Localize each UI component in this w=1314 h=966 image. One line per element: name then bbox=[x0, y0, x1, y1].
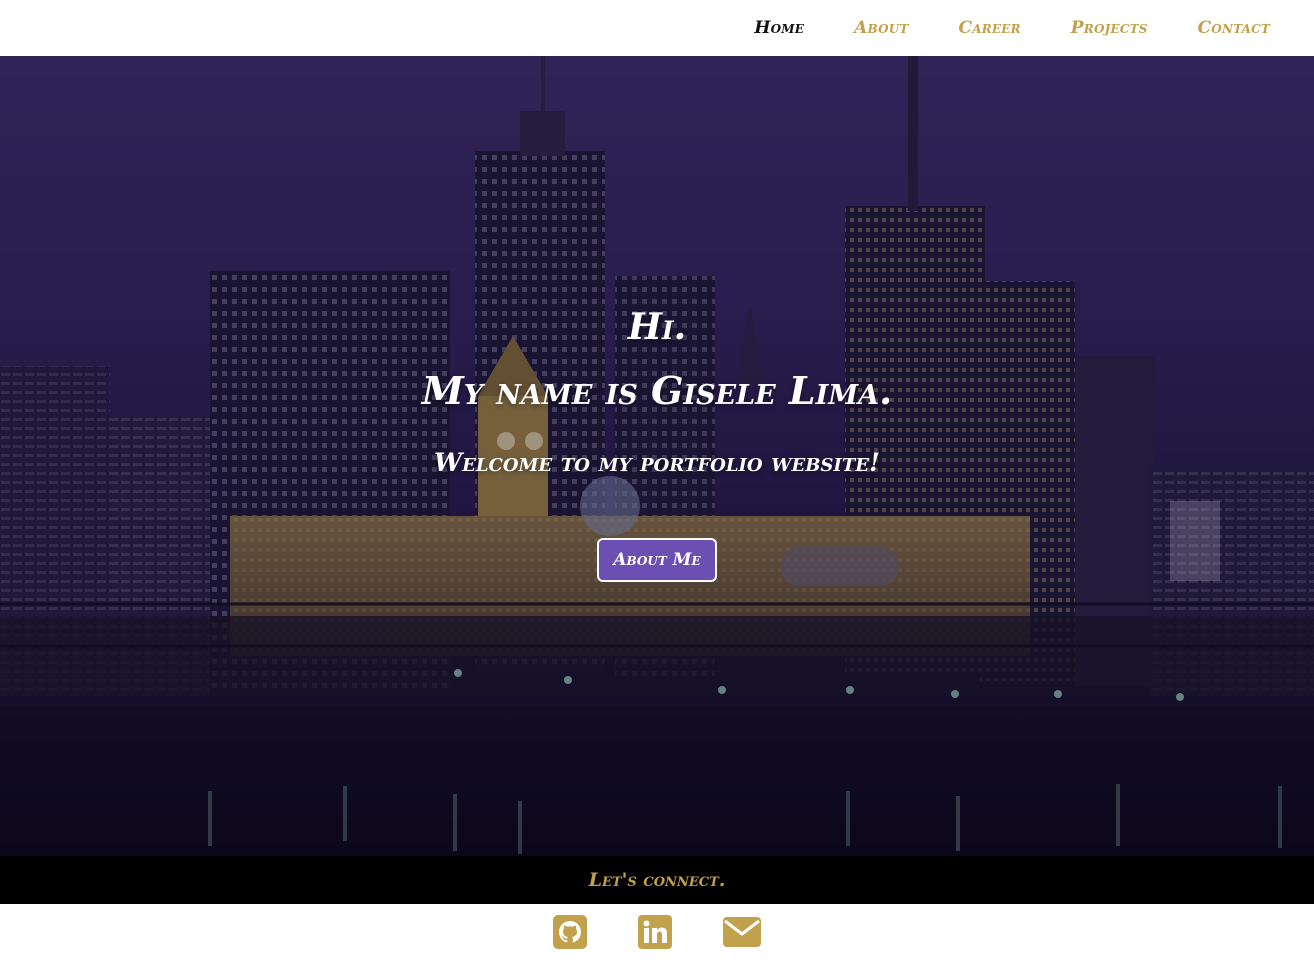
hero-welcome-text: Welcome to my portfolio website! bbox=[434, 448, 880, 477]
nav-link-career[interactable]: Career bbox=[959, 18, 1021, 38]
nav-link-projects[interactable]: Projects bbox=[1071, 18, 1148, 38]
envelope-icon bbox=[723, 917, 761, 947]
nav-link-contact[interactable]: Contact bbox=[1198, 18, 1270, 38]
github-icon bbox=[553, 915, 587, 949]
about-me-button-label: About Me bbox=[613, 550, 701, 570]
about-me-button[interactable]: About Me bbox=[597, 538, 717, 582]
linkedin-link[interactable] bbox=[637, 914, 673, 950]
nav-links: Home About Career Projects Contact bbox=[704, 0, 1270, 56]
nav-link-about[interactable]: About bbox=[854, 18, 908, 38]
connect-text: Let's connect. bbox=[588, 869, 726, 891]
linkedin-icon bbox=[638, 915, 672, 949]
hero-greeting: Hi. bbox=[627, 306, 687, 348]
nav-link-home[interactable]: Home bbox=[754, 18, 804, 38]
hero-name-heading: My name is Gisele Lima. bbox=[421, 368, 893, 413]
hero-section: Hi. My name is Gisele Lima. Welcome to m… bbox=[0, 56, 1314, 856]
hero-content: Hi. My name is Gisele Lima. Welcome to m… bbox=[0, 56, 1314, 856]
github-link[interactable] bbox=[552, 914, 588, 950]
social-links-row bbox=[0, 904, 1314, 966]
top-navbar: Home About Career Projects Contact bbox=[0, 0, 1314, 56]
email-link[interactable] bbox=[722, 916, 762, 948]
connect-bar: Let's connect. bbox=[0, 856, 1314, 904]
